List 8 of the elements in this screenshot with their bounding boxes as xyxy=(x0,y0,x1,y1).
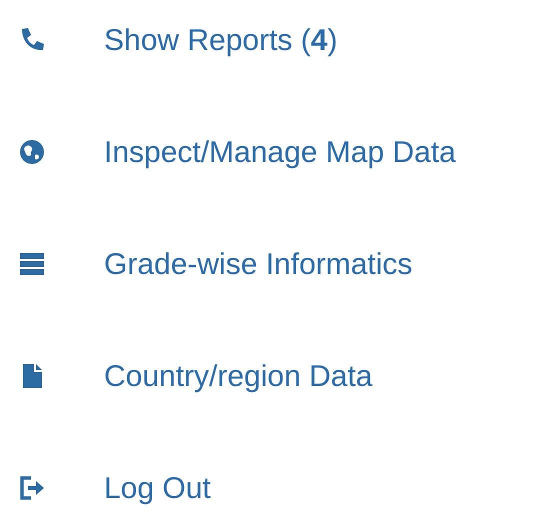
menu-link[interactable]: Log Out xyxy=(104,466,211,507)
logout-icon xyxy=(18,474,46,502)
globe-icon xyxy=(18,138,46,166)
menu-link[interactable]: Country/region Data xyxy=(104,354,372,398)
menu-link[interactable]: Show Reports (4) xyxy=(104,18,338,62)
menu-link[interactable]: Grade-wise Informatics xyxy=(104,242,412,286)
menu-link[interactable]: Inspect/Manage Map Data xyxy=(104,130,456,174)
server-icon xyxy=(18,250,46,278)
